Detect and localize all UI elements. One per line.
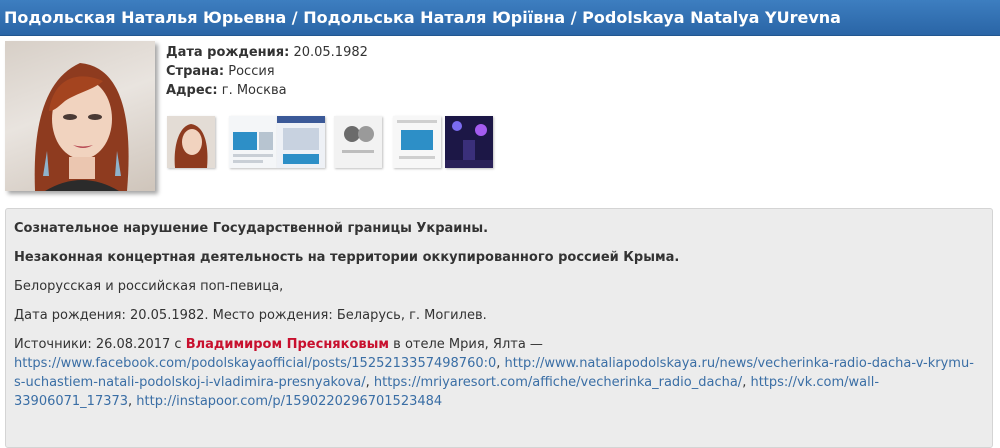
violation-heading: Сознательное нарушение Государственной г… <box>14 221 489 236</box>
link-separator: , <box>496 356 505 371</box>
thumbnail-image[interactable] <box>229 116 277 168</box>
source-link-facebook[interactable]: https://www.facebook.com/podolskayaoffic… <box>14 356 496 371</box>
sources-middle: в отеле Мрия, Ялта — <box>389 337 543 352</box>
description-panel: Сознательное нарушение Государственной г… <box>5 208 993 448</box>
page-title: Подольская Наталья Юрьевна / Подольська … <box>0 0 1000 36</box>
field-value: г. Москва <box>221 83 287 98</box>
person-link[interactable]: Владимиром Пресняковым <box>186 337 389 352</box>
thumbnail-image[interactable] <box>167 116 215 168</box>
field-label: Адрес: <box>166 83 218 98</box>
profile-photo[interactable] <box>5 41 155 191</box>
thumbnail-image[interactable] <box>334 116 382 168</box>
source-link-mriya[interactable]: https://mriyaresort.com/affiche/vecherin… <box>374 375 742 390</box>
field-label: Страна: <box>166 64 225 79</box>
thumbnail-image[interactable] <box>277 116 325 168</box>
activity-heading: Незаконная концертная деятельность на те… <box>14 250 680 265</box>
country-row: Страна: Россия <box>166 62 368 81</box>
thumbnail-image[interactable] <box>445 116 493 168</box>
field-value: Россия <box>228 64 275 79</box>
birth-date-row: Дата рождения: 20.05.1982 <box>166 43 368 62</box>
profile-section: Дата рождения: 20.05.1982 Страна: Россия… <box>0 36 1000 198</box>
sources-prefix: Источники: 26.08.2017 с <box>14 337 186 352</box>
address-row: Адрес: г. Москва <box>166 81 368 100</box>
birth-info-line: Дата рождения: 20.05.1982. Место рождени… <box>14 308 487 323</box>
link-separator: , <box>365 375 374 390</box>
field-label: Дата рождения: <box>166 45 290 60</box>
bio-line: Белорусская и российская поп-певица, <box>14 279 284 294</box>
field-value: 20.05.1982 <box>293 45 368 60</box>
thumbnail-image[interactable] <box>393 116 441 168</box>
source-link-instapoor[interactable]: http://instapoor.com/p/15902202967015234… <box>136 394 442 409</box>
sources-paragraph: Источники: 26.08.2017 с Владимиром Пресн… <box>14 335 984 411</box>
portrait-photo-icon <box>34 63 129 191</box>
profile-info: Дата рождения: 20.05.1982 Страна: Россия… <box>166 43 368 100</box>
